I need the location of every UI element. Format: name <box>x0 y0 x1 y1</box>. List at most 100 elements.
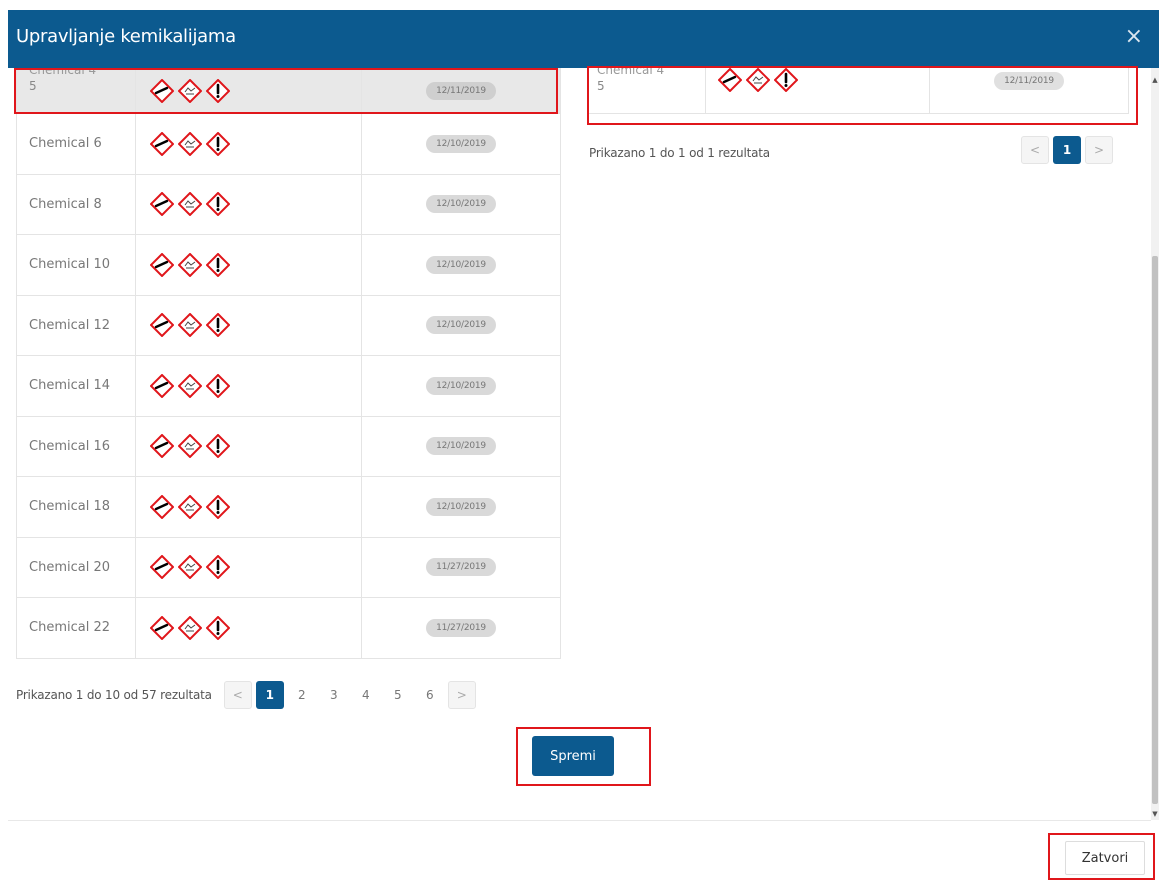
save-button[interactable]: Spremi <box>532 736 614 776</box>
table-row[interactable]: Chemical 22 11/27/2019 <box>17 598 560 659</box>
date-cell: 11/27/2019 <box>362 598 560 658</box>
hazard-icons-cell <box>706 68 930 113</box>
hazard-icons-cell <box>136 477 362 537</box>
ghs-corrosive-icon <box>150 555 174 580</box>
date-cell: 12/10/2019 <box>362 417 560 477</box>
table-row[interactable]: Chemical 16 12/10/2019 <box>17 416 560 477</box>
hazard-icons-cell <box>136 356 362 416</box>
chemical-name-cell: Chemical 22 <box>17 598 136 658</box>
table-row[interactable]: Chemical 18 12/10/2019 <box>17 477 560 538</box>
ghs-corrosive-icon <box>150 252 174 277</box>
page-2-button[interactable]: 2 <box>288 681 316 709</box>
ghs-exclamation-icon <box>774 68 798 92</box>
chemical-name-cell: Chemical 12 <box>17 295 136 355</box>
page-4-button[interactable]: 4 <box>352 681 380 709</box>
selected-chemicals-table: Chemical 4 5 12/11/2019 <box>588 68 1129 114</box>
page-1-button[interactable]: 1 <box>1053 136 1081 164</box>
chemical-name-cell: Chemical 20 <box>17 537 136 597</box>
right-pagination-info: Prikazano 1 do 1 od 1 rezultata <box>589 146 770 160</box>
chemical-name-bottom: 5 <box>29 79 37 93</box>
chemical-name-cell: Chemical 4 5 <box>589 68 706 113</box>
footer-divider <box>8 820 1151 821</box>
ghs-exclamation-icon <box>206 131 230 156</box>
ghs-exclamation-icon <box>206 192 230 217</box>
hazard-icons-cell <box>136 235 362 295</box>
ghs-environment-icon <box>178 252 202 277</box>
date-badge: 11/27/2019 <box>426 618 496 637</box>
chemical-name-cell: Chemical 10 <box>17 235 136 295</box>
modal-title: Upravljanje kemikalijama <box>16 26 236 47</box>
ghs-environment-icon <box>178 434 202 459</box>
ghs-exclamation-icon <box>206 494 230 519</box>
ghs-environment-icon <box>178 313 202 338</box>
ghs-exclamation-icon <box>206 615 230 640</box>
ghs-exclamation-icon <box>206 373 230 398</box>
chemicals-table: Chemical 4 5 12/11/2019 Chemical 6 12/10/… <box>16 68 561 659</box>
date-cell: 12/10/2019 <box>362 235 560 295</box>
ghs-environment-icon <box>178 494 202 519</box>
date-cell: 11/27/2019 <box>362 538 560 598</box>
modal-scrollbar[interactable]: ▲ ▼ <box>1151 68 1159 820</box>
modal-header: Upravljanje kemikalijama × <box>8 10 1159 68</box>
scrollbar-thumb[interactable] <box>1152 256 1158 804</box>
ghs-environment-icon <box>178 192 202 217</box>
ghs-environment-icon <box>178 373 202 398</box>
date-badge: 12/10/2019 <box>426 376 496 395</box>
modal-body: Chemical 4 5 12/11/2019 Chemical 6 12/10/… <box>8 68 1151 820</box>
date-cell: 12/10/2019 <box>362 114 560 174</box>
date-badge: 12/11/2019 <box>994 72 1064 90</box>
ghs-exclamation-icon <box>206 252 230 277</box>
ghs-corrosive-icon <box>150 615 174 640</box>
ghs-corrosive-icon <box>150 131 174 156</box>
scroll-down-icon[interactable]: ▼ <box>1151 810 1159 818</box>
ghs-exclamation-icon <box>206 434 230 459</box>
prev-page-button[interactable]: < <box>1021 136 1049 164</box>
ghs-environment-icon <box>178 78 202 103</box>
prev-page-button[interactable]: < <box>223 681 252 709</box>
ghs-corrosive-icon <box>718 68 742 92</box>
page-3-button[interactable]: 3 <box>320 681 348 709</box>
date-cell: 12/10/2019 <box>362 296 560 356</box>
hazard-icons-cell <box>136 114 362 174</box>
table-row[interactable]: Chemical 8 12/10/2019 <box>17 174 560 235</box>
hazard-icons-cell <box>136 174 362 234</box>
close-icon[interactable]: × <box>1125 26 1143 48</box>
left-pagination: Prikazano 1 do 10 od 57 rezultata < 1 2 … <box>16 680 480 710</box>
ghs-corrosive-icon <box>150 192 174 217</box>
chemical-name-bottom: 5 <box>597 79 605 93</box>
ghs-corrosive-icon <box>150 313 174 338</box>
date-badge: 12/10/2019 <box>426 437 496 456</box>
scroll-up-icon[interactable]: ▲ <box>1151 76 1159 84</box>
date-cell: 12/10/2019 <box>362 175 560 235</box>
next-page-button[interactable]: > <box>1085 136 1113 164</box>
date-badge: 12/10/2019 <box>426 497 496 516</box>
ghs-exclamation-icon <box>206 78 230 103</box>
table-row[interactable]: Chemical 10 12/10/2019 <box>17 235 560 296</box>
table-row[interactable]: Chemical 12 12/10/2019 <box>17 295 560 356</box>
ghs-corrosive-icon <box>150 78 174 103</box>
date-badge: 12/10/2019 <box>426 255 496 274</box>
close-button[interactable]: Zatvori <box>1065 841 1145 875</box>
table-row-selected[interactable]: Chemical 4 5 12/11/2019 <box>17 68 560 114</box>
next-page-button[interactable]: > <box>447 681 476 709</box>
right-pagination: < 1 > <box>1021 136 1117 164</box>
chemical-name-cell: Chemical 8 <box>17 174 136 234</box>
hazard-icons-cell <box>136 598 362 658</box>
date-cell: 12/11/2019 <box>362 68 560 113</box>
ghs-environment-icon <box>178 615 202 640</box>
page-5-button[interactable]: 5 <box>384 681 412 709</box>
ghs-corrosive-icon <box>150 373 174 398</box>
ghs-environment-icon <box>178 131 202 156</box>
ghs-environment-icon <box>746 68 770 92</box>
table-row[interactable]: Chemical 6 12/10/2019 <box>17 114 560 175</box>
date-badge: 11/27/2019 <box>426 558 496 577</box>
hazard-icons-cell <box>136 68 362 113</box>
pagination-info: Prikazano 1 do 10 od 57 rezultata <box>16 688 212 702</box>
page-1-button[interactable]: 1 <box>255 681 284 709</box>
page-6-button[interactable]: 6 <box>416 681 444 709</box>
hazard-icons-cell <box>136 295 362 355</box>
table-row[interactable]: Chemical 20 11/27/2019 <box>17 537 560 598</box>
date-badge: 12/10/2019 <box>426 195 496 214</box>
date-cell: 12/10/2019 <box>362 356 560 416</box>
table-row[interactable]: Chemical 14 12/10/2019 <box>17 356 560 417</box>
